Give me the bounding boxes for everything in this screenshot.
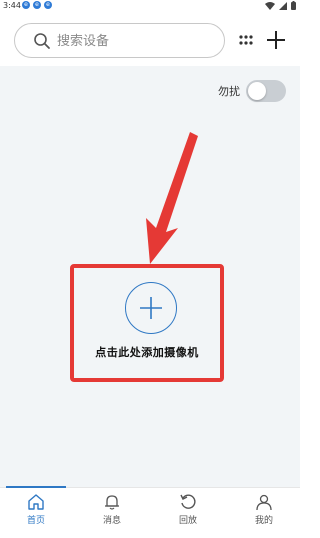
- tab-messages[interactable]: 消息: [82, 494, 142, 526]
- person-icon: [256, 494, 272, 510]
- do-not-disturb: 勿扰: [218, 80, 286, 102]
- bell-icon: [105, 495, 119, 510]
- notification-badge: e: [22, 1, 30, 9]
- signal-icon: [279, 1, 287, 10]
- tab-me[interactable]: 我的: [234, 494, 294, 526]
- notification-badges: e e e: [22, 1, 52, 9]
- battery-icon: [291, 1, 296, 10]
- status-time: 3:44: [3, 1, 21, 10]
- grid-dots-icon[interactable]: [239, 34, 253, 46]
- search-icon: [34, 33, 50, 49]
- top-header: [0, 13, 300, 66]
- tab-label: 首页: [26, 516, 45, 526]
- tab-home[interactable]: 首页: [6, 494, 66, 526]
- plus-icon: [139, 296, 162, 319]
- add-camera-button[interactable]: [125, 282, 177, 334]
- home-icon: [28, 494, 44, 510]
- device-list-area: 勿扰 点击此处添加摄像机: [0, 66, 300, 487]
- tab-replay[interactable]: 回放: [158, 494, 218, 526]
- add-camera-highlight[interactable]: 点击此处添加摄像机: [70, 264, 224, 382]
- notification-badge: e: [33, 1, 41, 9]
- replay-icon: [180, 494, 196, 509]
- red-arrow-annotation: [146, 132, 198, 264]
- tab-label: 回放: [178, 516, 197, 526]
- plus-icon[interactable]: [265, 29, 287, 51]
- bottom-navigation: 首页 消息 回放 我的: [0, 486, 300, 538]
- wifi-icon: [265, 1, 275, 10]
- search-bar[interactable]: [14, 23, 225, 58]
- tab-label: 消息: [102, 516, 121, 526]
- system-status-icons: [265, 0, 296, 11]
- toggle-knob: [248, 82, 266, 100]
- add-camera-label: 点击此处添加摄像机: [95, 346, 199, 359]
- tab-label: 我的: [254, 516, 273, 526]
- do-not-disturb-label: 勿扰: [218, 85, 240, 98]
- do-not-disturb-toggle[interactable]: [246, 80, 286, 102]
- search-input[interactable]: [57, 31, 207, 51]
- status-bar: 3:44 e e e: [0, 0, 300, 13]
- active-tab-indicator: [6, 486, 66, 488]
- notification-badge: e: [44, 1, 52, 9]
